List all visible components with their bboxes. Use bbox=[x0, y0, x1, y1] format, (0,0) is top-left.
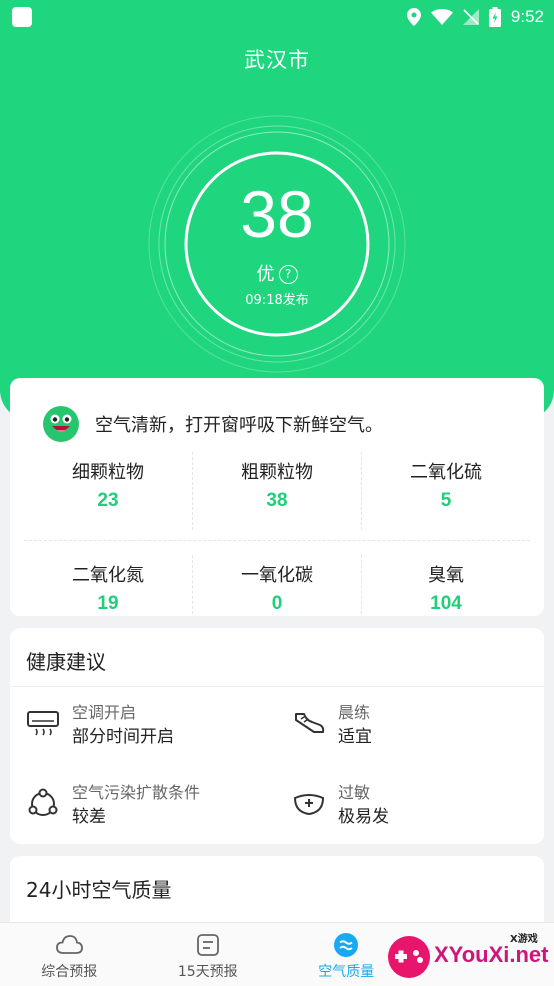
health-advice-card: 健康建议 空调开启 部分时间开启 晨练 适宜 空气污染扩散条件 较差 过敏 极易… bbox=[10, 628, 544, 844]
health-item-label: 空调开启 bbox=[72, 703, 137, 722]
pollutant-value: 38 bbox=[266, 490, 288, 511]
health-item-value: 极易发 bbox=[338, 807, 389, 827]
pollutant-value: 19 bbox=[97, 593, 119, 614]
watermark-logo-icon bbox=[388, 936, 430, 978]
health-item-allergy[interactable]: 过敏 极易发 bbox=[292, 782, 389, 830]
pollutant-name: 二氧化氮 bbox=[72, 565, 144, 586]
pollutants-card: 空气清新，打开窗呼吸下新鲜空气。 细颗粒物 23 粗颗粒物 38 二氧化硫 5 … bbox=[10, 378, 544, 616]
pollutant-value: 104 bbox=[430, 593, 462, 614]
pollutant-no2[interactable]: 二氧化氮 19 bbox=[24, 555, 193, 614]
pollutant-row: 二氧化氮 19 一氧化碳 0 臭氧 104 bbox=[24, 540, 530, 614]
city-name[interactable]: 武汉市 bbox=[0, 44, 554, 74]
wifi-icon bbox=[430, 9, 453, 25]
notification-icon bbox=[12, 7, 32, 27]
tab-overview[interactable]: 综合预报 bbox=[0, 923, 139, 986]
help-icon[interactable]: ? bbox=[278, 265, 298, 284]
health-item-ac[interactable]: 空调开启 部分时间开启 bbox=[26, 702, 174, 750]
tab-15-day[interactable]: 15天预报 bbox=[139, 923, 278, 986]
pollutant-so2[interactable]: 二氧化硫 5 bbox=[362, 452, 530, 530]
advice-text: 空气清新，打开窗呼吸下新鲜空气。 bbox=[95, 415, 383, 436]
health-title: 健康建议 bbox=[26, 650, 106, 674]
status-bar: 9:52 bbox=[0, 0, 554, 34]
no-signal-icon bbox=[462, 9, 479, 25]
cloud-icon bbox=[56, 935, 84, 954]
pollutant-name: 二氧化硫 bbox=[410, 462, 482, 483]
watermark-text: XYouXi.net bbox=[434, 942, 549, 967]
status-icons: 9:52 bbox=[406, 5, 544, 29]
tab-label: 空气质量 bbox=[318, 964, 375, 980]
air-wave-icon bbox=[334, 933, 359, 957]
health-item-value: 适宜 bbox=[338, 727, 372, 747]
pollutant-value: 5 bbox=[440, 490, 452, 511]
hourly-title: 24小时空气质量 bbox=[26, 878, 172, 902]
pollutant-pm25[interactable]: 细颗粒物 23 bbox=[24, 452, 193, 530]
pollutant-value: 0 bbox=[271, 593, 283, 614]
pollutant-co[interactable]: 一氧化碳 0 bbox=[193, 555, 362, 614]
pollutant-pm10[interactable]: 粗颗粒物 38 bbox=[193, 452, 362, 530]
pollutant-name: 一氧化碳 bbox=[241, 565, 313, 586]
health-item-diffusion[interactable]: 空气污染扩散条件 较差 bbox=[26, 782, 200, 830]
publish-time: 09:18发布 bbox=[245, 293, 309, 308]
health-item-exercise[interactable]: 晨练 适宜 bbox=[292, 702, 372, 750]
allergy-mask-icon bbox=[293, 794, 325, 816]
list-icon bbox=[196, 934, 219, 956]
health-item-label: 晨练 bbox=[338, 703, 371, 722]
battery-icon bbox=[488, 7, 501, 27]
tab-label: 综合预报 bbox=[41, 964, 98, 980]
health-item-value: 部分时间开启 bbox=[72, 727, 174, 747]
watermark: X游戏 XYouXi.net bbox=[386, 926, 554, 986]
pollutant-name: 粗颗粒物 bbox=[241, 462, 313, 483]
pollutant-value: 23 bbox=[97, 490, 119, 511]
health-item-label: 过敏 bbox=[338, 783, 371, 802]
status-time: 9:52 bbox=[510, 7, 544, 26]
aqi-level-label: 优 bbox=[256, 264, 275, 285]
health-item-label: 空气污染扩散条件 bbox=[72, 783, 201, 802]
air-conditioner-icon bbox=[27, 711, 59, 736]
divider bbox=[10, 686, 544, 687]
pollutant-o3[interactable]: 臭氧 104 bbox=[362, 555, 530, 614]
pollutant-name: 臭氧 bbox=[428, 565, 464, 586]
diffusion-icon bbox=[28, 788, 58, 816]
pollutant-grid: 细颗粒物 23 粗颗粒物 38 二氧化硫 5 二氧化氮 19 一氧化碳 0 臭氧 bbox=[24, 452, 530, 614]
smiley-face-icon bbox=[43, 406, 79, 442]
health-item-value: 较差 bbox=[72, 807, 106, 827]
pollutant-name: 细颗粒物 bbox=[72, 462, 144, 483]
pollutant-row: 细颗粒物 23 粗颗粒物 38 二氧化硫 5 bbox=[24, 452, 530, 530]
tab-label: 15天预报 bbox=[177, 964, 238, 980]
sneaker-icon bbox=[295, 713, 325, 733]
advice-row: 空气清新，打开窗呼吸下新鲜空气。 bbox=[43, 406, 383, 442]
aqi-value: 38 bbox=[240, 177, 314, 251]
aqi-level: 优? bbox=[0, 260, 554, 286]
location-icon bbox=[406, 8, 421, 26]
